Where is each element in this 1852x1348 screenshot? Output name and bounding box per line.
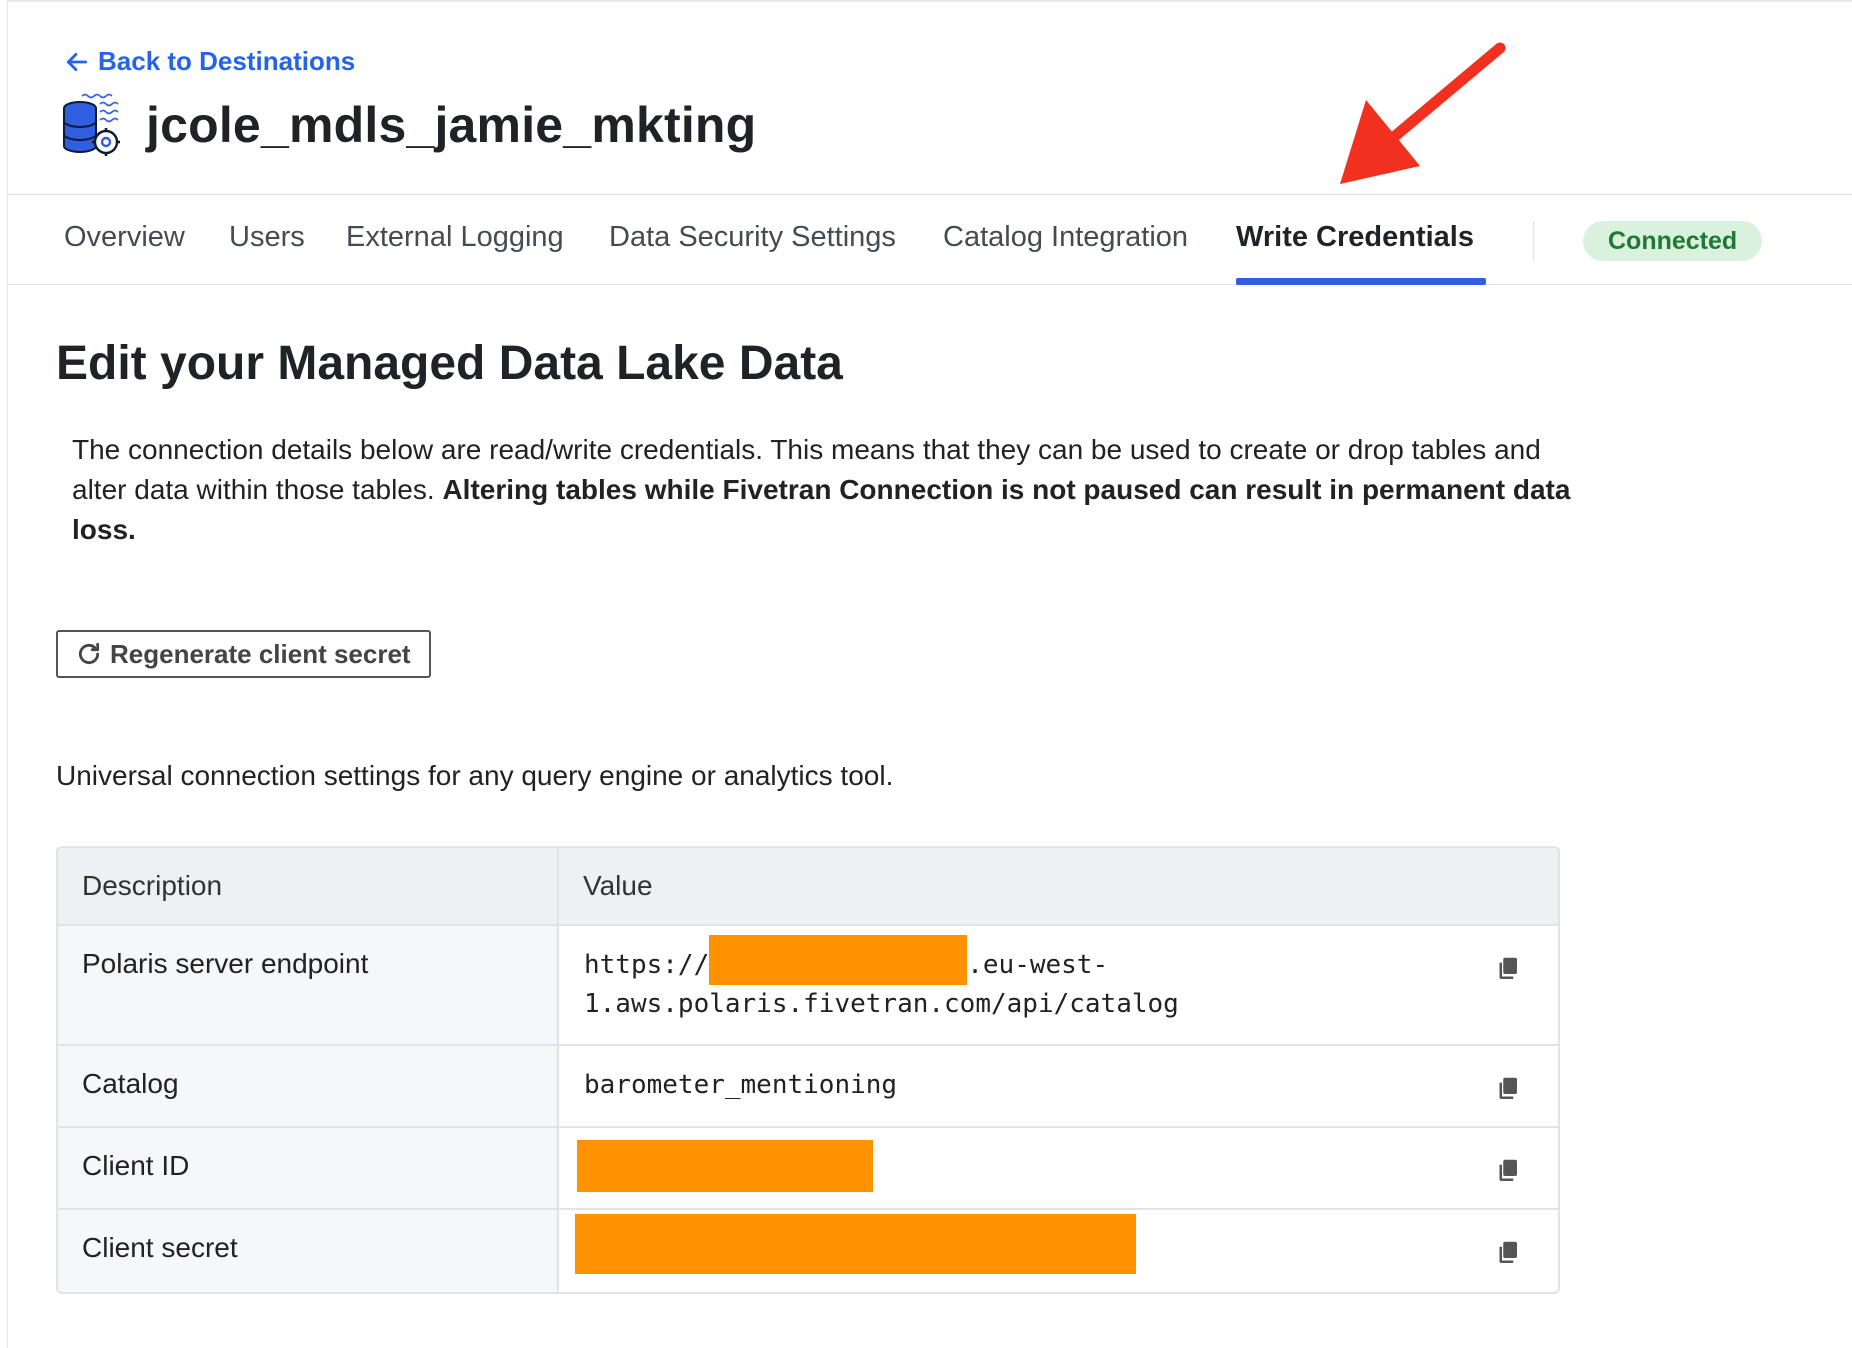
destination-title-row: jcole_mdls_jamie_mkting [60,90,756,160]
row-description: Catalog [58,1046,559,1128]
client-id-value [559,1128,1558,1210]
table-row: Polaris server endpoint https://.eu-west… [58,926,1558,1046]
back-to-destinations-link[interactable]: Back to Destinations [64,46,355,77]
regenerate-button-label: Regenerate client secret [110,638,411,669]
tab-divider [1533,221,1534,261]
row-description: Polaris server endpoint [58,926,559,1046]
client-secret-value [559,1210,1558,1292]
column-header-description: Description [58,848,559,926]
credentials-warning-text: The connection details below are read/wr… [72,430,1572,550]
redacted-block [709,934,968,985]
table-header-row: Description Value [58,848,1558,926]
copy-icon[interactable] [1492,954,1522,984]
window-left-border [0,0,8,1348]
row-description: Client secret [58,1210,559,1292]
status-badge: Connected [1583,221,1763,261]
active-tab-indicator [1236,278,1486,285]
arrow-left-icon [66,52,88,71]
copy-icon[interactable] [1492,1074,1522,1104]
credentials-table: Description Value Polaris server endpoin… [56,846,1560,1294]
tab-data-security-settings[interactable]: Data Security Settings [609,221,896,254]
copy-icon[interactable] [1492,1156,1522,1186]
endpoint-prefix: https:// [584,950,710,980]
annotation-arrow-icon [1340,42,1506,184]
table-row: Catalog barometer_mentioning [58,1046,1558,1128]
table-row: Client ID [58,1128,1558,1210]
row-description: Client ID [58,1128,559,1210]
universal-settings-text: Universal connection settings for any qu… [56,760,894,791]
tab-catalog-integration[interactable]: Catalog Integration [943,221,1188,254]
tabs-bar: Overview Users External Logging Data Sec… [8,194,1852,285]
tab-overview[interactable]: Overview [64,221,185,254]
redacted-block [577,1140,873,1192]
data-lake-database-icon [63,93,120,156]
regenerate-client-secret-button[interactable]: Regenerate client secret [56,630,431,678]
tab-write-credentials[interactable]: Write Credentials [1236,221,1474,254]
refresh-icon [78,642,100,665]
destination-name: jcole_mdls_jamie_mkting [146,97,757,153]
section-title: Edit your Managed Data Lake Data [56,337,843,390]
window-top-border [0,0,1852,2]
polaris-endpoint-value: https://.eu-west-1.aws.polaris.fivetran.… [559,926,1558,1046]
tab-users[interactable]: Users [229,221,305,254]
table-row: Client secret [58,1210,1558,1292]
column-header-value: Value [559,848,1558,926]
tab-external-logging[interactable]: External Logging [346,221,564,254]
catalog-value: barometer_mentioning [559,1046,1558,1128]
redacted-block [575,1214,1136,1274]
catalog-name: barometer_mentioning [584,1070,898,1100]
copy-icon[interactable] [1492,1238,1522,1268]
back-link-label: Back to Destinations [98,46,356,76]
